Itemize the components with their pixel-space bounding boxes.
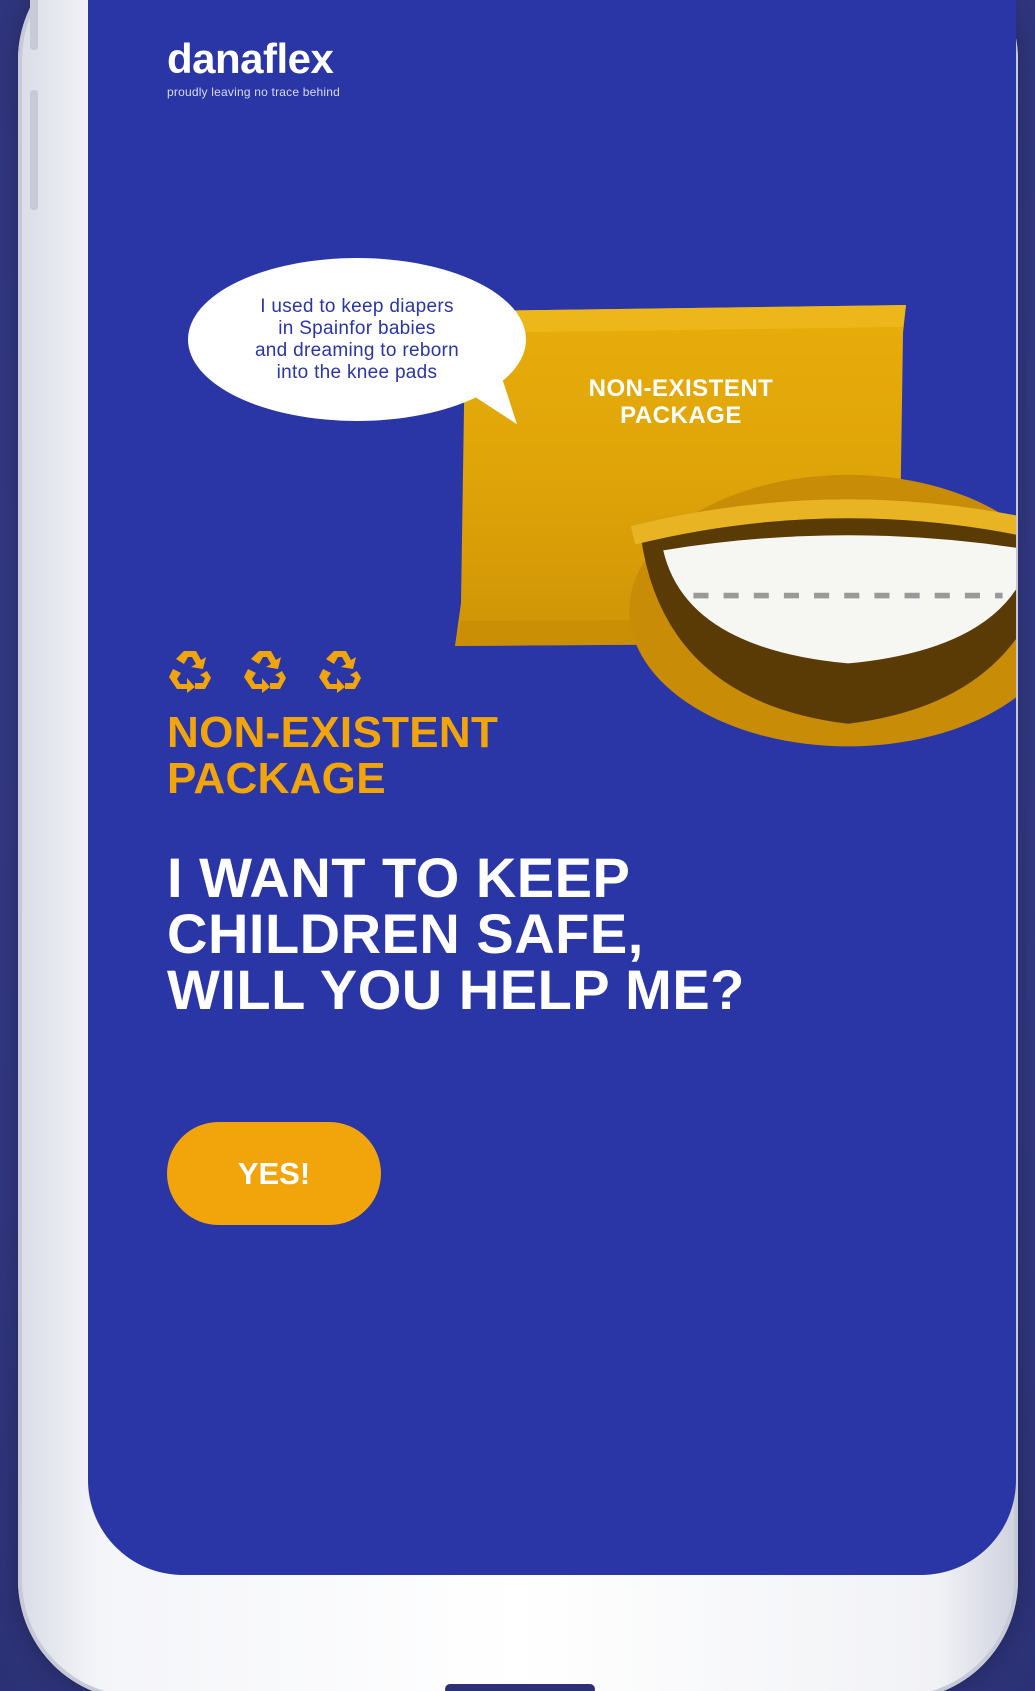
brand-logo[interactable]: danaflex proudly leaving no trace behind bbox=[167, 35, 340, 99]
package-label: NON-EXISTENT PACKAGE bbox=[451, 375, 911, 429]
product-title-line: NON-EXISTENT bbox=[167, 708, 499, 757]
phone-screen: danaflex proudly leaving no trace behind bbox=[88, 0, 1016, 1575]
product-title-line: PACKAGE bbox=[167, 754, 386, 803]
product-title: NON-EXISTENT PACKAGE bbox=[167, 710, 498, 802]
recycle-icon bbox=[319, 651, 361, 693]
speech-line: I used to keep diapers bbox=[260, 295, 454, 317]
recycle-icons bbox=[167, 647, 363, 693]
recycle-icon bbox=[244, 651, 286, 693]
speech-line: and dreaming to reborn bbox=[254, 339, 460, 361]
brand-name: danaflex bbox=[167, 35, 334, 82]
headline-line: WILL YOU HELP ME? bbox=[167, 958, 745, 1021]
page-headline: I WANT TO KEEP CHILDREN SAFE, WILL YOU H… bbox=[167, 850, 967, 1018]
speech-bubble-text: I used to keep diapers in Spainfor babie… bbox=[227, 296, 487, 384]
yes-button[interactable]: YES! bbox=[167, 1122, 381, 1225]
package-label-line: PACKAGE bbox=[620, 402, 742, 429]
speech-line: in Spainfor babies bbox=[278, 317, 436, 339]
phone-side-button bbox=[30, 90, 38, 210]
smile-icon bbox=[629, 474, 1016, 747]
phone-side-button bbox=[30, 0, 38, 50]
phone-frame: danaflex proudly leaving no trace behind bbox=[18, 0, 1018, 1691]
phone-bottom-edge bbox=[445, 1684, 595, 1691]
package-label-line: NON-EXISTENT bbox=[588, 375, 774, 402]
speech-bubble: I used to keep diapers in Spainfor babie… bbox=[188, 258, 526, 421]
headline-line: CHILDREN SAFE, bbox=[167, 902, 644, 965]
brand-tagline: proudly leaving no trace behind bbox=[167, 85, 340, 99]
speech-line: into the knee pads bbox=[276, 361, 438, 383]
recycle-icon bbox=[169, 651, 211, 693]
page-background: danaflex proudly leaving no trace behind bbox=[0, 0, 1035, 1691]
headline-line: I WANT TO KEEP bbox=[167, 846, 631, 909]
